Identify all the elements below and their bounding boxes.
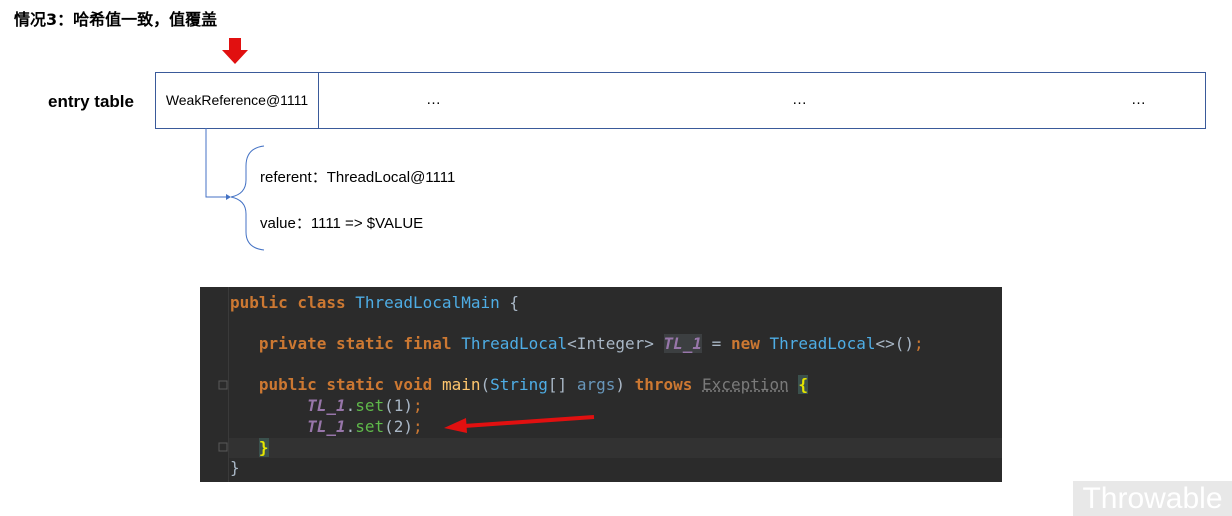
code-token: <>() [875,334,914,353]
code-token: = [702,334,731,353]
code-token: { [499,293,519,312]
code-token: set [355,396,385,415]
code-token: ( [480,375,491,394]
code-token: private static final [258,334,452,353]
code-token: ThreadLocal [769,334,876,353]
code-token: String [490,375,548,394]
page-title: 情况3：哈希值一致，值覆盖 [14,10,218,29]
code-token: ThreadLocalMain [355,293,500,312]
left-arrow-icon [444,415,595,433]
code-token: ) [615,375,635,394]
entry-cell: … [792,91,807,108]
code-token: } [258,438,269,457]
down-arrow-icon [222,38,248,64]
entry-cell: WeakReference@1111 [156,73,319,128]
watermark: Throwable [1073,481,1232,516]
code-token: } [230,458,240,477]
current-line-highlight [229,438,1002,458]
code-token: public static void [258,375,433,394]
code-token: (1) [384,396,414,415]
code-editor: public class ThreadLocalMain { private s… [200,287,1002,482]
entry-referent: referent：ThreadLocal@1111 [260,169,456,186]
code-token: Exception [702,375,789,394]
entry-table: WeakReference@1111 … … … [155,72,1206,129]
code-line: public class ThreadLocalMain { [230,293,519,312]
code-token: new [730,334,760,353]
fold-icon [218,380,228,390]
code-line: private static final ThreadLocal<Integer… [258,334,924,353]
code-token: ThreadLocal [461,334,568,353]
code-line: } [230,458,240,477]
code-token: throws [634,375,693,394]
entry-connector [205,128,265,251]
code-token: TL_1 [663,334,703,353]
code-line: } [230,438,269,457]
code-token: [] [547,375,577,394]
code-token: main [441,375,481,394]
code-token: public class [230,293,346,312]
code-token: args [576,375,616,394]
code-token: TL_1 [307,417,346,436]
fold-icon [218,442,228,452]
entry-value: value：1111 => $VALUE [260,215,424,232]
code-token: <Integer> [567,334,654,353]
code-line: TL_1.set(2); [307,417,423,436]
code-line: TL_1.set(1); [307,396,423,415]
entry-cell: … [1131,91,1146,108]
code-token: TL_1 [307,396,346,415]
entry-cell: … [426,91,441,108]
code-line: public static void main(String[] args) t… [258,375,809,394]
code-token: (2) [384,417,414,436]
entry-table-label: entry table [48,92,134,111]
code-token: set [355,417,385,436]
